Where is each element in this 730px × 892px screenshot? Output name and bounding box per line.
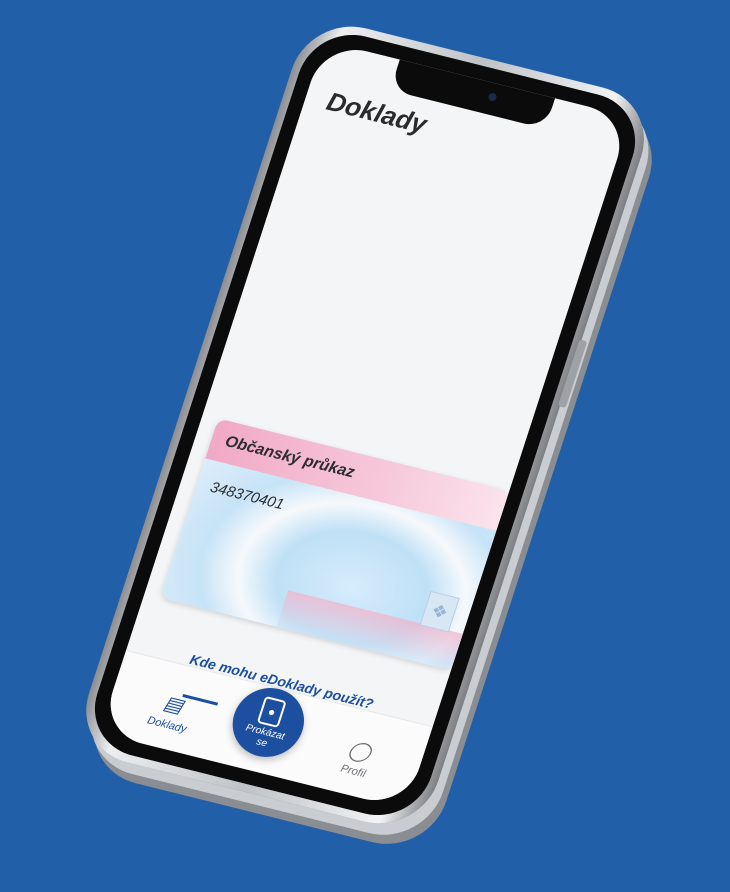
camera-dot: [487, 92, 498, 102]
tab-profil[interactable]: ◯ Profil: [312, 731, 401, 787]
id-card[interactable]: Občanský průkaz 348370401 ❖: [159, 418, 510, 671]
card-number: 348370401: [207, 478, 287, 514]
phone-mockup: Doklady Občanský průkaz 348370401 ❖ Kde …: [71, 14, 659, 836]
tab-doklady[interactable]: ▤ Doklady: [126, 685, 219, 741]
person-icon: ◯: [345, 738, 374, 765]
id-card-icon: ▤: [160, 692, 186, 718]
phone-bezel: Doklady Občanský průkaz 348370401 ❖ Kde …: [81, 23, 649, 827]
card-header: [205, 418, 510, 531]
emblem-icon: ❖: [419, 590, 460, 633]
tab-profil-label: Profil: [339, 762, 368, 781]
prokazat-se-button[interactable]: ● Prokázat se: [223, 680, 314, 765]
phone-id-icon: ●: [256, 695, 287, 728]
